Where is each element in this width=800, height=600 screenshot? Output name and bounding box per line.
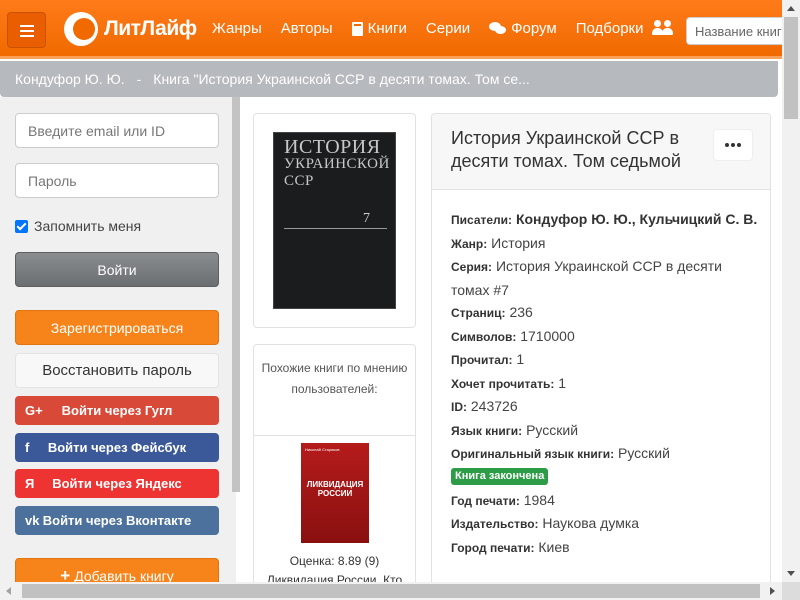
page-horizontal-scrollbar[interactable]: [0, 582, 782, 600]
symbols-row: Символов: 1710000: [451, 327, 575, 344]
status-badge: Книга закончена: [451, 467, 549, 485]
want-read-link[interactable]: 1: [558, 375, 566, 391]
nav-item-forum[interactable]: Форум: [489, 20, 557, 37]
cover-volume-number: 7: [363, 211, 370, 226]
nav-item-series[interactable]: Серии: [426, 20, 470, 37]
breadcrumb-book: Книга "История Украинской ССР в десяти т…: [153, 71, 530, 87]
yandex-icon: Я: [25, 476, 35, 491]
logo-text: ЛитЛайф: [104, 17, 197, 40]
facebook-login-button[interactable]: f Войти через Фейсбук: [15, 433, 219, 462]
nav-item-authors[interactable]: Авторы: [281, 20, 333, 37]
menu-toggle-button[interactable]: [7, 12, 46, 48]
book-info-card: История Украинской ССР в десяти томах. Т…: [431, 113, 771, 593]
facebook-icon: f: [25, 440, 30, 455]
ellipsis-icon: [725, 143, 729, 147]
id-row: ID: 243726: [451, 398, 518, 414]
more-options-button[interactable]: [713, 129, 753, 161]
horizontal-scroll-thumb[interactable]: [22, 584, 760, 598]
genre-row: Жанр: История: [451, 234, 546, 251]
similar-books-title: Похожие книги по мнению пользователей:: [261, 361, 408, 396]
chat-icon: [489, 22, 507, 35]
add-book-button[interactable]: + Добавить книгу: [15, 558, 219, 582]
page-vertical-scrollbar[interactable]: [782, 0, 800, 582]
book-cover-card: ИСТОРИЯ УКРАИНСКОЙ ССР 7: [253, 113, 416, 328]
genre-link[interactable]: История: [491, 235, 545, 251]
book-title: История Украинской ССР в десяти томах. Т…: [451, 128, 681, 171]
google-login-button[interactable]: G+ Войти через Гугл: [15, 396, 219, 425]
book-info-header: История Украинской ССР в десяти томах. Т…: [432, 114, 770, 190]
scroll-left-arrow-icon[interactable]: [6, 587, 11, 595]
breadcrumb-author-link[interactable]: Кондуфор Ю. Ю.: [15, 71, 125, 87]
read-count-link[interactable]: 1: [516, 351, 524, 367]
book-icon: [351, 21, 363, 36]
sidebar-scrollbar[interactable]: [232, 97, 240, 492]
similar-books-card: Похожие книги по мнению пользователей: Н…: [253, 344, 416, 594]
print-year-row: Год печати: 1984: [451, 491, 555, 508]
email-field[interactable]: [15, 113, 219, 148]
nav-item-collections[interactable]: Подборки: [576, 20, 644, 37]
logo-icon: [64, 12, 98, 46]
scroll-right-arrow-icon[interactable]: [770, 587, 775, 595]
book-search-input[interactable]: [686, 17, 796, 45]
register-button[interactable]: Зарегистрироваться: [15, 310, 219, 345]
similar-book-rating: Оценка: 8.89 (9): [289, 554, 380, 568]
top-navbar: ЛитЛайф Жанры Авторы Книги Серии Форум П…: [0, 0, 796, 59]
book-cover-image[interactable]: ИСТОРИЯ УКРАИНСКОЙ ССР 7: [273, 132, 396, 309]
breadcrumb-separator: -: [136, 71, 142, 87]
vertical-scroll-thumb[interactable]: [784, 17, 798, 119]
remember-me[interactable]: Запомнить меня: [15, 218, 141, 234]
series-row: Серия: История Украинской ССР в десяти т…: [451, 258, 722, 298]
users-icon[interactable]: [652, 20, 674, 36]
scroll-down-arrow-icon[interactable]: [787, 571, 795, 576]
authors-row: Писатели: Кондуфор Ю. Ю., Кульчицкий С. …: [451, 211, 758, 227]
remember-me-label: Запомнить меня: [34, 218, 142, 234]
restore-password-button[interactable]: Восстановить пароль: [15, 353, 219, 388]
print-city-row: Город печати: Киев: [451, 538, 570, 555]
authors-link[interactable]: Кондуфор Ю. Ю., Кульчицкий С. В.: [516, 211, 757, 227]
original-language-row: Оригинальный язык книги: Русский: [451, 445, 670, 461]
pages-row: Страниц: 236: [451, 304, 533, 320]
book-details: Писатели: Кондуфор Ю. Ю., Кульчицкий С. …: [451, 208, 761, 559]
series-link[interactable]: История Украинской ССР в десяти томах #7: [451, 258, 722, 298]
similar-book-cover[interactable]: Николай Стариков ЛИКВИДАЦИЯ РОССИИ: [301, 443, 369, 543]
scroll-up-arrow-icon[interactable]: [787, 6, 795, 11]
plus-icon: +: [60, 565, 71, 583]
nav-item-books[interactable]: Книги: [351, 20, 407, 37]
language-row: Язык книги: Русский: [451, 421, 579, 438]
login-button[interactable]: Войти: [15, 252, 219, 287]
want-read-row: Хочет прочитать: 1: [451, 374, 567, 391]
publisher-row: Издательство: Наукова думка: [451, 515, 640, 531]
vk-icon: vk: [25, 513, 40, 528]
nav-menu: Жанры Авторы Книги Серии Форум Подборки: [212, 0, 662, 57]
yandex-login-button[interactable]: Я Войти через Яндекс: [15, 469, 219, 498]
hamburger-icon: [20, 25, 34, 27]
remember-me-checkbox[interactable]: [15, 219, 28, 233]
password-field[interactable]: [15, 163, 219, 198]
breadcrumb: Кондуфор Ю. Ю. - Книга "История Украинск…: [0, 61, 778, 97]
login-sidebar: Запомнить меня Войти Зарегистрироваться …: [0, 97, 236, 582]
site-logo[interactable]: ЛитЛайф: [64, 12, 197, 46]
nav-item-genres[interactable]: Жанры: [212, 20, 262, 37]
vk-login-button[interactable]: vk Войти через Вконтакте: [15, 506, 219, 535]
read-count-row: Прочитал: 1: [451, 351, 525, 367]
google-icon: G+: [25, 403, 43, 418]
